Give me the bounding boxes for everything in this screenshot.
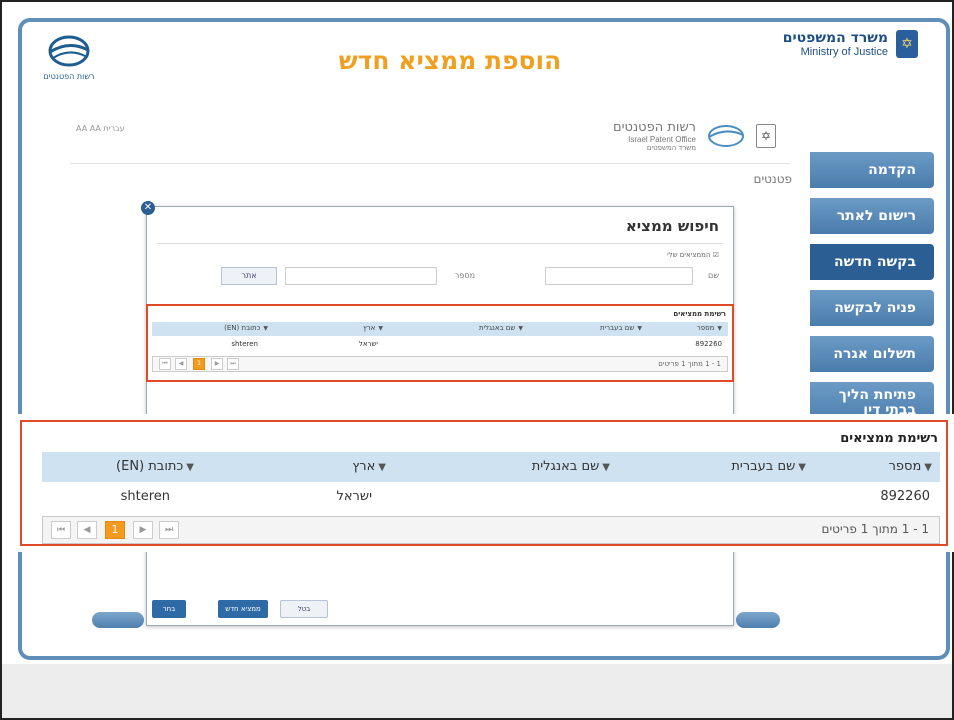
search-inventor-modal: ✕ חיפוש ממציא ☑ הממציאים שלי שם מספר אתר [146, 206, 734, 626]
site-title-hebrew: רשות הפטנטים [613, 120, 696, 135]
page-number-current[interactable]: 1 [193, 358, 205, 370]
filter-icon[interactable]: ▼ [798, 462, 806, 473]
patent-office-caption: רשות הפטנטים [34, 72, 104, 81]
column-header-hebrew-name: שם בעברית [600, 324, 634, 332]
patent-office-wave-icon [706, 123, 746, 149]
menorah-emblem-icon: ✡ [896, 30, 918, 58]
modal-title: חיפוש ממציא [626, 217, 719, 235]
ministry-of-justice-logo: ✡ משרד המשפטים Ministry of Justice [783, 30, 918, 58]
column-header-english-name: שם באנגלית [532, 459, 600, 474]
column-header-country: ארץ [363, 324, 375, 332]
column-header-hebrew-name: שם בעברית [731, 459, 795, 474]
cell-address-en: shteren [231, 340, 258, 348]
filter-icon[interactable]: ▼ [637, 325, 642, 332]
new-inventor-button[interactable]: ממציא חדש [218, 600, 268, 618]
nav-item-new-application[interactable]: בקשה חדשה [810, 244, 934, 280]
moj-name-english: Ministry of Justice [783, 46, 888, 58]
next-page-icon[interactable]: ▶ [133, 521, 153, 539]
side-navigation: הקדמה רישום לאתר בקשה חדשה פניה לבקשה תש… [810, 152, 934, 436]
filter-icon[interactable]: ▼ [602, 462, 610, 473]
nav-item-application-inquiry[interactable]: פניה לבקשה [810, 290, 934, 326]
page-number-current[interactable]: 1 [105, 521, 125, 539]
pager-count: 1 - 1 מתוך 1 פריטים [658, 360, 721, 368]
filter-icon[interactable]: ▼ [924, 462, 932, 473]
moj-name-hebrew: משרד המשפטים [783, 30, 888, 46]
nav-item-site-registration[interactable]: רישום לאתר [810, 198, 934, 234]
cancel-button[interactable]: בטל [280, 600, 328, 618]
column-header-number: מספר [697, 324, 715, 332]
cell-number: 892260 [880, 489, 930, 504]
filter-icon[interactable]: ▼ [518, 325, 523, 332]
cell-country: ישראל [336, 489, 372, 504]
nav-item-fee-payment[interactable]: תשלום אגרה [810, 336, 934, 372]
site-subtitle: משרד המשפטים [613, 144, 696, 152]
table-pager: ⏮ ◀ 1 ▶ ⏭ 1 - 1 מתוך 1 פריטים [152, 356, 728, 372]
table-pager: ⏮ ◀ 1 ▶ ⏭ 1 - 1 מתוך 1 פריטים [42, 516, 940, 544]
inventors-list-title: רשימת ממציאים [673, 310, 726, 318]
inventors-list-title: רשימת ממציאים [840, 431, 938, 446]
cell-country: ישראל [359, 340, 378, 348]
slide-title: הוספת ממציא חדש [300, 46, 600, 75]
modal-divider [157, 243, 723, 244]
column-header-address-en: כתובת (EN) [224, 324, 260, 332]
patent-office-logo: רשות הפטנטים [34, 34, 104, 81]
column-header-country: ארץ [352, 459, 375, 474]
prev-page-icon[interactable]: ◀ [175, 358, 187, 370]
select-button[interactable]: בחר [152, 600, 186, 618]
next-page-icon[interactable]: ▶ [211, 358, 223, 370]
column-header-number: מספר [889, 459, 922, 474]
filter-icon[interactable]: ▼ [263, 325, 268, 332]
filter-icon[interactable]: ▼ [378, 325, 383, 332]
filter-icon[interactable]: ▼ [717, 325, 722, 332]
site-header: AA AA עברית ✡ רשות הפטנטים Israel Patent… [70, 118, 790, 164]
pager-count: 1 - 1 מתוך 1 פריטים [822, 522, 929, 536]
font-size-toolbar[interactable]: AA AA עברית [76, 124, 125, 133]
nav-item-intro[interactable]: הקדמה [810, 152, 934, 188]
column-header-address-en: כתובת (EN) [116, 459, 183, 474]
cell-address-en: shteren [121, 489, 170, 504]
column-header-english-name: שם באנגלית [479, 324, 515, 332]
inventors-list-zoomed: רשימת ממציאים ▼מספר ▼שם בעברית ▼שם באנגל… [20, 420, 948, 546]
menorah-emblem-icon: ✡ [756, 124, 776, 148]
filter-icon[interactable]: ▼ [378, 462, 386, 473]
section-label: פטנטים [720, 172, 792, 186]
inventors-table-header: ▼מספר ▼שם בעברית ▼שם באנגלית ▼ארץ ▼כתובת… [42, 452, 940, 482]
bottom-band [2, 664, 952, 718]
name-input[interactable] [545, 267, 693, 285]
close-icon[interactable]: ✕ [141, 201, 155, 215]
first-page-icon[interactable]: ⏮ [159, 358, 171, 370]
last-page-icon[interactable]: ⏭ [227, 358, 239, 370]
prev-page-icon[interactable]: ◀ [77, 521, 97, 539]
filter-icon[interactable]: ▼ [186, 462, 194, 473]
forward-ghost-button [736, 612, 780, 628]
number-input[interactable] [285, 267, 437, 285]
search-button[interactable]: אתר [221, 267, 277, 285]
my-inventors-label: הממציאים שלי [667, 251, 710, 259]
number-field-label: מספר [455, 271, 475, 280]
patent-office-logo-icon [47, 34, 91, 68]
cell-number: 892260 [695, 340, 722, 348]
site-title-english: Israel Patent Office [613, 135, 696, 144]
table-row[interactable]: 892260 ישראל shteren [42, 484, 940, 512]
back-ghost-button [92, 612, 144, 628]
my-inventors-checkbox[interactable]: ☑ הממציאים שלי [667, 251, 719, 259]
site-logo: ✡ רשות הפטנטים Israel Patent Office משרד… [613, 120, 776, 152]
name-field-label: שם [708, 271, 719, 280]
last-page-icon[interactable]: ⏭ [159, 521, 179, 539]
table-row[interactable]: 892260 ישראל shteren [152, 338, 728, 352]
inventors-table-header: ▼מספר ▼שם בעברית ▼שם באנגלית ▼ארץ ▼כתובת… [152, 322, 728, 336]
inventors-list-small: רשימת ממציאים ▼מספר ▼שם בעברית ▼שם באנגל… [146, 304, 734, 382]
first-page-icon[interactable]: ⏮ [51, 521, 71, 539]
